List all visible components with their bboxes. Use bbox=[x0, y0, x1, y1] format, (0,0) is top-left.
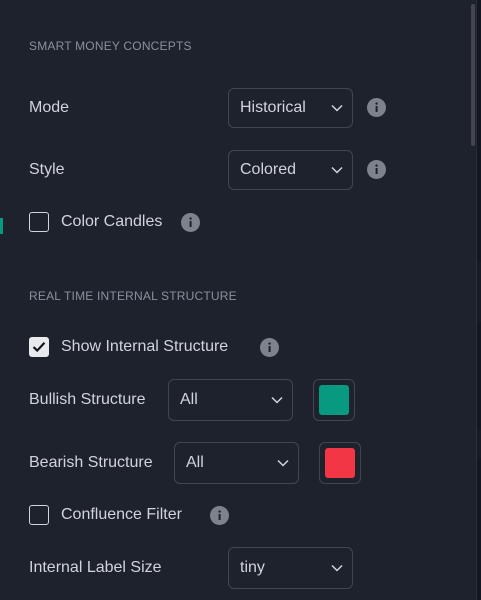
mode-label: Mode bbox=[29, 99, 70, 116]
section-title-smart-money-concepts: SMART MONEY CONCEPTS bbox=[29, 39, 192, 53]
bullish-structure-select-value: All bbox=[180, 391, 198, 408]
chevron-down-icon bbox=[276, 456, 290, 470]
panel-scrollbar[interactable] bbox=[471, 4, 475, 146]
bullish-structure-select[interactable]: All bbox=[168, 379, 293, 421]
color-candles-checkbox[interactable] bbox=[29, 212, 49, 232]
show-internal-structure-info-icon[interactable] bbox=[260, 338, 279, 357]
chevron-down-icon bbox=[270, 393, 284, 407]
show-internal-structure-checkbox[interactable] bbox=[29, 337, 49, 357]
style-label: Style bbox=[29, 161, 65, 178]
bullish-color-picker[interactable] bbox=[313, 379, 355, 421]
bearish-color-picker[interactable] bbox=[319, 442, 361, 484]
indicator-settings-panel: SMART MONEY CONCEPTS Mode Historical Sty… bbox=[0, 0, 477, 600]
bearish-structure-select[interactable]: All bbox=[174, 442, 299, 484]
mode-select-value: Historical bbox=[240, 99, 306, 116]
mode-select[interactable]: Historical bbox=[228, 88, 353, 128]
chevron-down-icon bbox=[330, 163, 344, 177]
style-select-value: Colored bbox=[240, 161, 297, 178]
bullish-color-swatch bbox=[319, 385, 349, 415]
chevron-down-icon bbox=[330, 561, 344, 575]
show-internal-structure-label: Show Internal Structure bbox=[61, 338, 229, 355]
bearish-color-swatch bbox=[325, 448, 355, 478]
bullish-structure-label: Bullish Structure bbox=[29, 391, 146, 408]
bearish-structure-label: Bearish Structure bbox=[29, 454, 153, 471]
internal-label-size-select[interactable]: tiny bbox=[228, 547, 353, 589]
confluence-filter-checkbox[interactable] bbox=[29, 505, 49, 525]
mode-info-icon[interactable] bbox=[367, 98, 386, 117]
chevron-down-icon bbox=[330, 101, 344, 115]
confluence-filter-info-icon[interactable] bbox=[210, 506, 229, 525]
internal-label-size-label: Internal Label Size bbox=[29, 559, 162, 576]
color-candles-info-icon[interactable] bbox=[181, 213, 200, 232]
internal-label-size-select-value: tiny bbox=[240, 559, 265, 576]
color-candles-label: Color Candles bbox=[61, 213, 163, 230]
bearish-structure-select-value: All bbox=[186, 454, 204, 471]
style-select[interactable]: Colored bbox=[228, 150, 353, 190]
checkmark-icon bbox=[32, 342, 46, 353]
section-title-real-time-internal-structure: REAL TIME INTERNAL STRUCTURE bbox=[29, 289, 237, 303]
style-info-icon[interactable] bbox=[367, 160, 386, 179]
confluence-filter-label: Confluence Filter bbox=[61, 506, 182, 523]
chart-candle-fragment bbox=[0, 218, 3, 234]
